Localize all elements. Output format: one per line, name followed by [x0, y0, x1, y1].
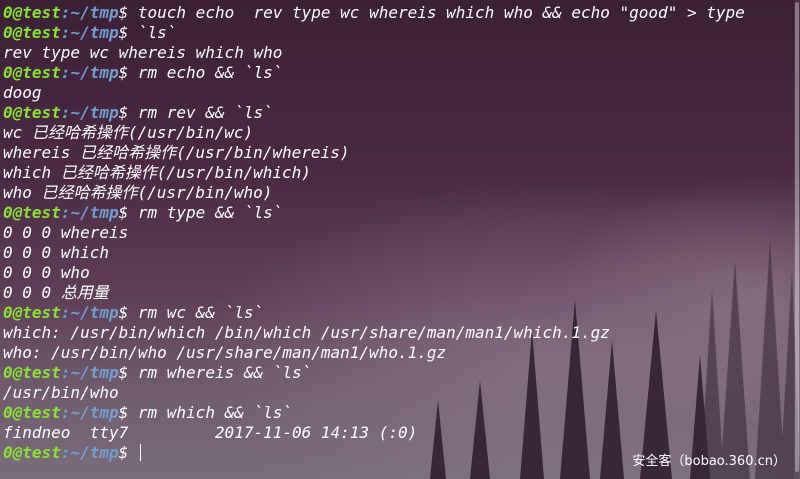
prompt-path: ~/tmp: [70, 303, 119, 322]
prompt-separator: :: [60, 363, 71, 382]
prompt-symbol: $: [118, 23, 129, 42]
command-line: 0@test:~/tmp$ rm whereis && `ls`: [3, 363, 745, 383]
output-line: which 已经哈希操作(/usr/bin/which): [3, 163, 745, 183]
terminal-output: 0@test:~/tmp$ touch echo rev type wc whe…: [3, 3, 745, 463]
output-line: which: /usr/bin/which /bin/which /usr/sh…: [3, 323, 745, 343]
output-line: doog: [3, 83, 745, 103]
command-line: 0@test:~/tmp$ rm echo && `ls`: [3, 63, 745, 83]
prompt-separator: :: [60, 23, 71, 42]
output-line: wc 已经哈希操作(/usr/bin/wc): [3, 123, 745, 143]
terminal-window[interactable]: 0@test:~/tmp$ touch echo rev type wc whe…: [0, 0, 800, 479]
command-line: 0@test:~/tmp$ `ls`: [3, 23, 745, 43]
prompt-user: 0@test: [3, 63, 61, 82]
prompt-path: ~/tmp: [70, 103, 119, 122]
output-text: who: /usr/bin/who /usr/share/man/man1/wh…: [3, 343, 447, 362]
prompt-separator: :: [60, 443, 71, 462]
scrollbar-track[interactable]: [794, 0, 800, 479]
output-line: whereis 已经哈希操作(/usr/bin/whereis): [3, 143, 745, 163]
prompt-path: ~/tmp: [70, 63, 119, 82]
output-text: 0 0 0 which: [3, 243, 109, 262]
prompt-symbol: $: [118, 3, 129, 22]
command-text: touch echo rev type wc whereis which who…: [128, 3, 745, 22]
scrollbar-thumb[interactable]: [795, 2, 799, 472]
prompt-symbol: $: [118, 63, 129, 82]
command-text: rm echo && `ls`: [128, 63, 283, 82]
watermark-text: 安全客（bobao.360.cn）: [632, 454, 786, 469]
prompt-user: 0@test: [3, 363, 61, 382]
output-text: who 已经哈希操作(/usr/bin/who): [3, 183, 273, 202]
prompt-symbol: $: [118, 303, 129, 322]
prompt-separator: :: [60, 103, 71, 122]
command-line: 0@test:~/tmp$ rm type && `ls`: [3, 203, 745, 223]
output-text: findneo tty7 2017-11-06 14:13 (:0): [3, 423, 418, 442]
output-text: rev type wc whereis which who: [3, 43, 283, 62]
command-text: rm type && `ls`: [128, 203, 283, 222]
command-line: 0@test:~/tmp$ rm rev && `ls`: [3, 103, 745, 123]
prompt-separator: :: [60, 403, 71, 422]
prompt-user: 0@test: [3, 3, 61, 22]
output-text: /usr/bin/who: [3, 383, 119, 402]
output-text: 0 0 0 who: [3, 263, 90, 282]
prompt-user: 0@test: [3, 23, 61, 42]
output-text: which: /usr/bin/which /bin/which /usr/sh…: [3, 323, 610, 342]
prompt-symbol: $: [118, 403, 129, 422]
prompt-separator: :: [60, 303, 71, 322]
prompt-symbol: $: [118, 443, 129, 462]
prompt-separator: :: [60, 63, 71, 82]
prompt-user: 0@test: [3, 103, 61, 122]
command-text: rm which && `ls`: [128, 403, 293, 422]
prompt-separator: :: [60, 203, 71, 222]
text-cursor: [139, 444, 141, 461]
output-text: doog: [3, 83, 42, 102]
prompt-user: 0@test: [3, 203, 61, 222]
prompt-path: ~/tmp: [70, 203, 119, 222]
output-line: /usr/bin/who: [3, 383, 745, 403]
output-line: findneo tty7 2017-11-06 14:13 (:0): [3, 423, 745, 443]
output-line: who 已经哈希操作(/usr/bin/who): [3, 183, 745, 203]
prompt-symbol: $: [118, 203, 129, 222]
prompt-user: 0@test: [3, 443, 61, 462]
command-text: rm rev && `ls`: [128, 103, 273, 122]
output-line: 0 0 0 who: [3, 263, 745, 283]
command-text: [128, 443, 138, 462]
command-text: rm whereis && `ls`: [128, 363, 312, 382]
prompt-user: 0@test: [3, 303, 61, 322]
output-line: 0 0 0 总用量: [3, 283, 745, 303]
output-text: 0 0 0 whereis: [3, 223, 129, 242]
prompt-user: 0@test: [3, 403, 61, 422]
output-line: 0 0 0 which: [3, 243, 745, 263]
prompt-symbol: $: [118, 103, 129, 122]
output-text: whereis 已经哈希操作(/usr/bin/whereis): [3, 143, 350, 162]
prompt-path: ~/tmp: [70, 3, 119, 22]
prompt-symbol: $: [118, 363, 129, 382]
prompt-path: ~/tmp: [70, 363, 119, 382]
command-line: 0@test:~/tmp$ rm wc && `ls`: [3, 303, 745, 323]
command-line: 0@test:~/tmp$ touch echo rev type wc whe…: [3, 3, 745, 23]
command-text: rm wc && `ls`: [128, 303, 264, 322]
command-text: `ls`: [128, 23, 177, 42]
prompt-path: ~/tmp: [70, 23, 119, 42]
prompt-path: ~/tmp: [70, 403, 119, 422]
output-line: who: /usr/bin/who /usr/share/man/man1/wh…: [3, 343, 745, 363]
output-text: 0 0 0 总用量: [3, 283, 109, 302]
prompt-separator: :: [60, 3, 71, 22]
command-line: 0@test:~/tmp$ rm which && `ls`: [3, 403, 745, 423]
output-text: wc 已经哈希操作(/usr/bin/wc): [3, 123, 254, 142]
output-line: 0 0 0 whereis: [3, 223, 745, 243]
prompt-path: ~/tmp: [70, 443, 119, 462]
output-line: rev type wc whereis which who: [3, 43, 745, 63]
output-text: which 已经哈希操作(/usr/bin/which): [3, 163, 311, 182]
